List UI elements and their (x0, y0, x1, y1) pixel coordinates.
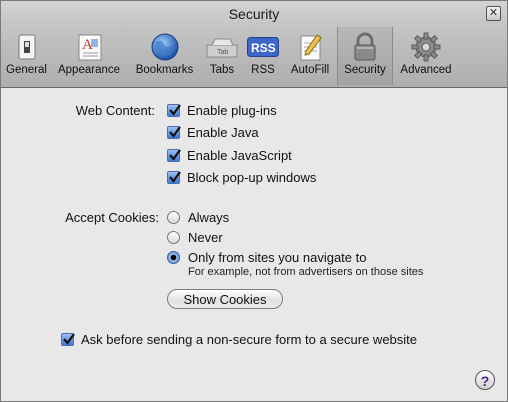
show-cookies-button[interactable]: Show Cookies (167, 289, 283, 309)
tab-label: Appearance (57, 64, 121, 76)
cookies-always-radio[interactable]: Always (167, 210, 229, 225)
block-popups-checkbox[interactable]: Block pop-up windows (167, 170, 316, 185)
checkbox-box (61, 333, 75, 346)
tab-tabs[interactable]: Tab Tabs (201, 27, 243, 85)
tab-advanced[interactable]: Advanced (393, 27, 459, 85)
checkbox-box (167, 104, 181, 117)
lock-icon (349, 32, 381, 61)
tab-general[interactable]: General (3, 27, 50, 85)
tab-autofill[interactable]: AutoFill (283, 27, 337, 85)
tab-bookmarks[interactable]: Bookmarks (128, 27, 201, 85)
cookies-hint: For example, not from advertisers on tho… (188, 266, 424, 278)
checkbox-label: Enable plug-ins (187, 103, 277, 118)
bookmarks-globe-icon (149, 33, 181, 61)
rss-icon: RSS (247, 33, 279, 61)
radio-label: Only from sites you navigate to (188, 250, 367, 265)
tabs-icon: Tab (206, 33, 238, 61)
checkbox-box (167, 126, 181, 139)
checkbox-label: Enable JavaScript (187, 148, 292, 163)
nonsecure-form-checkbox[interactable]: Ask before sending a non-secure form to … (61, 332, 417, 347)
tab-label: General (6, 64, 47, 76)
cookies-only-visited-radio[interactable]: Only from sites you navigate to (167, 250, 366, 265)
radio-button (167, 251, 180, 264)
autofill-pencil-icon (294, 33, 326, 61)
preferences-toolbar: General A Appearance Bookmarks Tab Tabs (3, 27, 459, 85)
radio-label: Always (188, 210, 230, 225)
checkbox-label: Block pop-up windows (187, 170, 317, 185)
enable-javascript-checkbox[interactable]: Enable JavaScript (167, 148, 292, 163)
cookies-never-radio[interactable]: Never (167, 230, 223, 245)
tab-security[interactable]: Security (337, 27, 393, 85)
web-content-label: Web Content: (75, 103, 155, 118)
svg-text:RSS: RSS (251, 41, 276, 55)
general-switch-icon (11, 33, 43, 61)
radio-label: Never (188, 230, 223, 245)
checkbox-label: Ask before sending a non-secure form to … (81, 332, 418, 347)
checkbox-box (167, 149, 181, 162)
preferences-window: Security ✕ General A Appearance Bookmark… (0, 0, 508, 402)
svg-text:Tab: Tab (217, 49, 228, 56)
tab-label: Advanced (400, 64, 452, 76)
tab-label: AutoFill (290, 64, 330, 76)
checkbox-label: Enable Java (187, 125, 259, 140)
accept-cookies-label: Accept Cookies: (65, 210, 159, 225)
help-button[interactable]: ? (475, 370, 495, 390)
gear-icon (410, 32, 442, 62)
appearance-font-icon: A (73, 33, 105, 61)
tab-label: Tabs (209, 64, 235, 76)
titlebar: Security ✕ General A Appearance Bookmark… (1, 1, 507, 88)
security-pane: Web Content: Enable plug-ins Enable Java… (1, 88, 507, 401)
tab-label: Security (344, 64, 386, 76)
window-title: Security (228, 6, 280, 22)
radio-button (167, 231, 180, 244)
checkbox-box (167, 171, 181, 184)
tab-label: Bookmarks (135, 64, 194, 76)
tab-rss[interactable]: RSS RSS (243, 27, 283, 85)
tab-label: RSS (251, 64, 275, 76)
radio-button (167, 211, 180, 224)
enable-java-checkbox[interactable]: Enable Java (167, 125, 259, 140)
enable-plugins-checkbox[interactable]: Enable plug-ins (167, 103, 277, 118)
close-button[interactable]: ✕ (486, 6, 501, 21)
tab-appearance[interactable]: A Appearance (50, 27, 128, 85)
